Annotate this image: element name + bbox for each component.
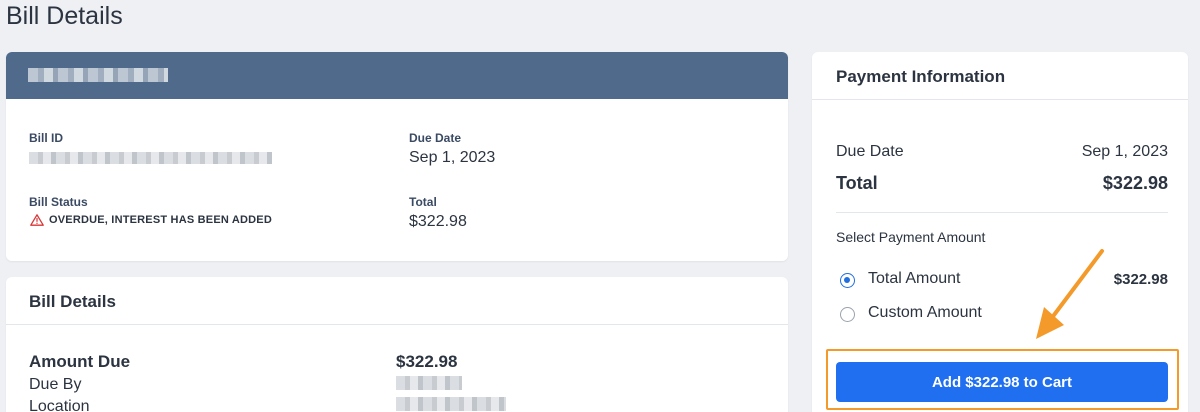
bill-card-header [6,52,788,99]
due-by-label: Due By [29,376,82,393]
annotation-arrow-icon [1036,249,1104,339]
total-value: $322.98 [409,213,467,230]
payment-total-label: Total [836,173,878,193]
redacted-account-name [28,68,168,82]
payment-due-date-value: Sep 1, 2023 [1081,143,1168,160]
bill-details-title: Bill Details [29,292,116,311]
add-to-cart-button[interactable]: Add $322.98 to Cart [836,362,1168,402]
amount-due-value: $322.98 [396,352,458,371]
payment-due-date-label: Due Date [836,143,904,160]
divider [6,324,788,325]
total-amount-radio[interactable] [840,273,855,288]
total-amount-option-value: $322.98 [1113,271,1168,288]
due-date-label: Due Date [409,131,462,145]
divider [836,212,1168,213]
divider [812,99,1188,100]
total-amount-option-label[interactable]: Total Amount [868,270,961,288]
bill-details-card: Bill Details Amount Due $322.98 Due By L… [6,277,788,412]
redacted-due-by [396,376,462,390]
warning-icon [30,214,44,226]
payment-total-value: $322.98 [1102,173,1168,193]
custom-amount-option-label[interactable]: Custom Amount [868,304,982,322]
redacted-bill-id [29,152,272,164]
bill-status-value: OVERDUE, INTEREST HAS BEEN ADDED [49,214,272,226]
redacted-location [396,397,506,411]
location-label: Location [29,398,90,412]
payment-information-title: Payment Information [836,67,1006,86]
due-date-value: Sep 1, 2023 [409,149,496,166]
bill-summary-card: Bill ID Due Date Sep 1, 2023 Bill Status… [6,52,788,261]
total-label: Total [409,195,437,209]
select-payment-amount-label: Select Payment Amount [836,229,986,245]
bill-status-label: Bill Status [29,195,88,209]
custom-amount-radio[interactable] [840,307,855,322]
bill-id-label: Bill ID [29,131,64,145]
bill-status: OVERDUE, INTEREST HAS BEEN ADDED [30,214,272,226]
page-title: Bill Details [6,2,123,30]
amount-due-label: Amount Due [29,352,131,371]
